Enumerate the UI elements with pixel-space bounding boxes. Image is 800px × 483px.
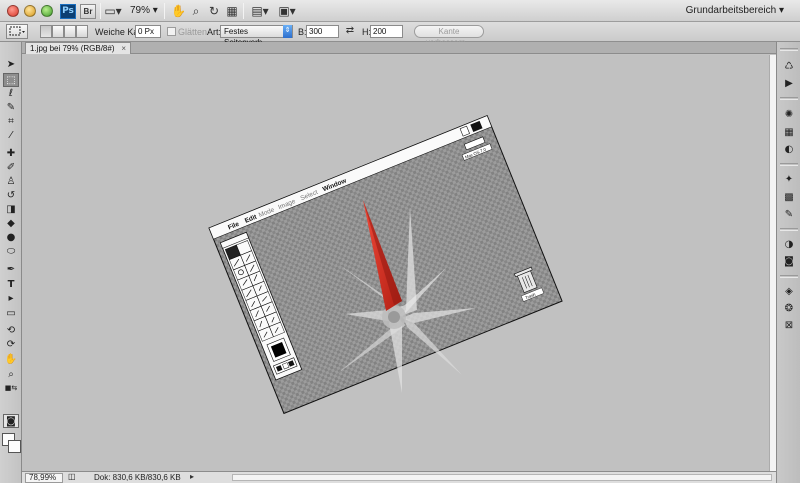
move-tool-icon[interactable]: ➤ (3, 58, 19, 72)
3d-rotate-tool-icon[interactable]: ⟲ (3, 324, 19, 338)
hand-tool-icon[interactable]: ✋ (171, 3, 186, 19)
3d-orbit-tool-icon[interactable]: ⟳ (3, 338, 19, 352)
styles-panel-icon[interactable]: ◐ (782, 143, 796, 156)
pen-tool-icon[interactable]: ✒ (3, 263, 19, 277)
actions-panel-icon[interactable]: ▶ (782, 77, 796, 90)
navigator-panel-icon[interactable]: ◙ (782, 255, 796, 268)
type-tool-icon[interactable]: T (3, 278, 19, 292)
vertical-scrollbar[interactable] (769, 55, 776, 471)
dock-grip[interactable] (780, 48, 798, 51)
zoom-window-button[interactable] (41, 5, 53, 17)
lasso-tool-icon[interactable]: ℓ (3, 87, 19, 101)
panel-dock: ♺ ▶ ✺ ▦ ◐ ✦ ▩ ✎ ◑ ◙ ◈ ❂ ⊠ (776, 42, 800, 483)
new-selection-icon[interactable] (40, 25, 52, 38)
height-input[interactable]: 200 (370, 25, 403, 38)
status-options-icon[interactable]: ◫ (68, 472, 76, 481)
feather-input[interactable]: 0 Px (135, 25, 161, 38)
close-icon[interactable]: × (121, 43, 126, 54)
brush-tool-icon[interactable]: ✐ (3, 161, 19, 175)
zoom-level-dropdown[interactable]: 79% ▾ (130, 5, 158, 16)
hand-tool-icon[interactable]: ✋ (3, 353, 19, 367)
minimize-window-button[interactable] (24, 5, 36, 17)
channels-panel-icon[interactable]: ❂ (782, 302, 796, 315)
separator (164, 3, 165, 19)
dock-grip[interactable] (780, 228, 798, 231)
swap-dimensions-icon[interactable]: ⇄ (344, 24, 356, 38)
status-bar: 78,99% ◫ Dok: 830,6 KB/830,6 KB ▸ (22, 471, 776, 483)
zoom-level-value: 79% (130, 5, 151, 16)
antialias-checkbox[interactable] (167, 27, 176, 36)
document-size-info: Dok: 830,6 KB/830,6 KB (94, 473, 181, 482)
ruler-icon[interactable]: ▦ (225, 3, 239, 19)
rotate-view-icon[interactable]: ↻ (207, 3, 221, 19)
intersect-selection-icon[interactable] (76, 25, 88, 38)
adjustments-panel-icon[interactable]: ✦ (782, 173, 796, 186)
document-canvas[interactable]: File Edit Mode Image Select Window Mac O… (22, 55, 770, 471)
tool-preset-picker[interactable] (6, 24, 28, 39)
horizontal-scrollbar[interactable] (232, 474, 772, 481)
document-tab-title: 1.jpg bei 79% (RGB/8#) (30, 44, 115, 53)
paths-panel-icon[interactable]: ⊠ (782, 319, 796, 332)
blur-tool-icon[interactable]: ● (3, 231, 19, 245)
status-zoom-input[interactable]: 78,99% (25, 473, 63, 483)
history-brush-tool-icon[interactable]: ↺ (3, 189, 19, 203)
photoshop-logo[interactable]: Ps (60, 4, 76, 19)
brushes-panel-icon[interactable]: ✎ (782, 208, 796, 221)
layers-panel-icon[interactable]: ◈ (782, 285, 796, 298)
dock-grip[interactable] (780, 275, 798, 278)
document-tab-bar: 1.jpg bei 79% (RGB/8#) × (22, 42, 776, 54)
screen-mode-icon[interactable]: ▭▾ (104, 3, 122, 19)
style-select[interactable]: Festes Seitenverh... ⇕ (220, 25, 293, 47)
antialias-label: Glätten (178, 27, 208, 37)
application-bar: Ps Br ▭▾ 79% ▾ ✋ ⌕ ↻ ▦ ▤▾ ▣▾ Grundarbeit… (0, 0, 800, 22)
dock-grip[interactable] (780, 97, 798, 100)
chevron-down-icon: ⇕ (283, 25, 292, 38)
clone-source-panel-icon[interactable]: ◑ (782, 238, 796, 251)
crop-tool-icon[interactable]: ⌗ (3, 115, 19, 129)
rectangular-marquee-tool-icon[interactable]: ⬚ (3, 73, 19, 87)
arrange-documents-icon[interactable]: ▤▾ (249, 3, 271, 19)
separator (243, 3, 244, 19)
rectangle-shape-tool-icon[interactable]: ▭ (3, 307, 19, 321)
tool-palette: ➤ ⬚ ℓ ✎ ⌗ ⁄ ✚ ✐ ♙ ↺ ◨ ◆ ● ⬭ ✒ T ▸ ▭ ⟲ ⟳ … (0, 42, 22, 483)
bridge-button[interactable]: Br (80, 4, 96, 19)
default-colors-icon[interactable]: ■⇆ (3, 381, 19, 395)
subtract-from-selection-icon[interactable] (64, 25, 76, 38)
document-tab[interactable]: 1.jpg bei 79% (RGB/8#) × (25, 42, 131, 54)
color-panel-icon[interactable]: ✺ (782, 108, 796, 121)
zoom-tool-icon[interactable]: ⌕ (3, 368, 19, 382)
path-selection-tool-icon[interactable]: ▸ (3, 292, 19, 306)
dock-grip[interactable] (780, 163, 798, 166)
screen-mode-dropdown-icon[interactable]: ▣▾ (276, 3, 298, 19)
eyedropper-tool-icon[interactable]: ⁄ (3, 129, 19, 143)
close-window-button[interactable] (7, 5, 19, 17)
refine-edge-button[interactable]: Kante verbessern... (414, 25, 484, 47)
swatches-panel-icon[interactable]: ▦ (782, 126, 796, 139)
artwork-image: File Edit Mode Image Select Window Mac O… (208, 114, 563, 415)
eraser-tool-icon[interactable]: ◨ (3, 203, 19, 217)
options-bar: Weiche Kante: 0 Px Glätten Art: Festes S… (0, 22, 800, 47)
clone-stamp-tool-icon[interactable]: ♙ (3, 175, 19, 189)
history-panel-icon[interactable]: ♺ (782, 60, 796, 73)
healing-brush-tool-icon[interactable]: ✚ (3, 147, 19, 161)
separator (100, 3, 101, 19)
rectangular-marquee-icon (9, 26, 25, 36)
status-menu-arrow-icon[interactable]: ▸ (190, 472, 194, 481)
zoom-tool-icon[interactable]: ⌕ (189, 3, 203, 19)
quick-selection-tool-icon[interactable]: ✎ (3, 101, 19, 115)
style-label: Art: (207, 27, 222, 37)
masks-panel-icon[interactable]: ▩ (782, 191, 796, 204)
paint-bucket-tool-icon[interactable]: ◆ (3, 217, 19, 231)
background-color-swatch[interactable] (8, 440, 21, 453)
workspace-switcher[interactable]: Grundarbeitsbereich ▾ (686, 5, 784, 16)
width-input[interactable]: 300 (306, 25, 339, 38)
dodge-tool-icon[interactable]: ⬭ (3, 245, 19, 259)
add-to-selection-icon[interactable] (52, 25, 64, 38)
quick-mask-icon[interactable]: ◙ (3, 414, 19, 428)
